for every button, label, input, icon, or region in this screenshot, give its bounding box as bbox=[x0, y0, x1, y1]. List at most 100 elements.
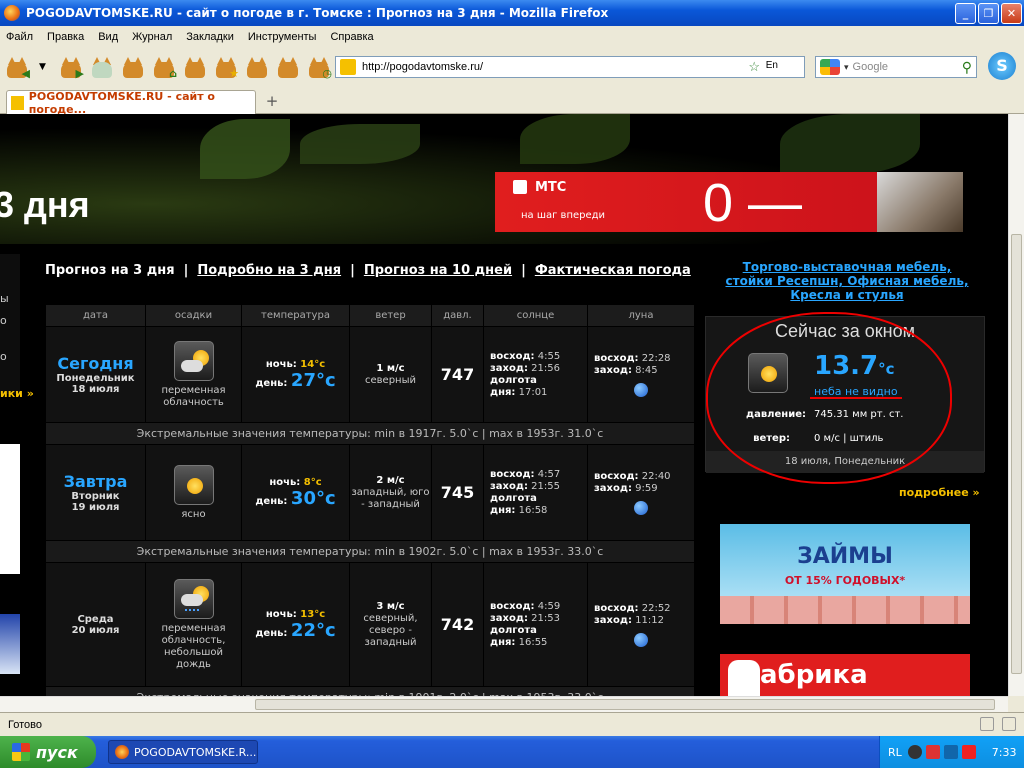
tray-shield-icon[interactable] bbox=[961, 745, 976, 759]
moonrise-time: 22:28 bbox=[641, 352, 671, 364]
nav-detailed-3day[interactable]: Подробно на 3 дня bbox=[197, 263, 341, 278]
upload-cat-icon[interactable] bbox=[275, 54, 301, 80]
mts-big-text: 0 — bbox=[703, 173, 803, 232]
bookmark-star-icon[interactable]: ☆ bbox=[748, 59, 760, 75]
vscroll-thumb[interactable] bbox=[1011, 234, 1022, 674]
back-button-icon[interactable]: ◀ bbox=[4, 54, 30, 80]
clock-cat-icon[interactable]: ◷ bbox=[306, 54, 332, 80]
tray-back-icon[interactable] bbox=[907, 745, 922, 759]
night-label: ночь: bbox=[265, 608, 297, 620]
money-image bbox=[720, 596, 970, 624]
menu-edit[interactable]: Правка bbox=[47, 31, 84, 43]
precip-cell: переменная облачность bbox=[145, 326, 242, 423]
factory-title: абрика bbox=[760, 660, 868, 690]
tab-favicon bbox=[11, 95, 24, 110]
mts-brand: МТС bbox=[535, 180, 567, 195]
day-temp: 27°c bbox=[290, 369, 336, 391]
sunset-time: 21:55 bbox=[531, 480, 560, 492]
sunset-time: 21:56 bbox=[531, 362, 560, 374]
precip-text: переменная облачность, небольшой дождь bbox=[161, 622, 226, 670]
search-icon[interactable]: ⚲ bbox=[962, 59, 972, 76]
mts-slogan: на шаг впереди bbox=[521, 210, 606, 221]
reload-button-icon[interactable] bbox=[89, 54, 115, 80]
left-text-fragment: ы bbox=[0, 292, 9, 305]
new-tab-button[interactable]: + bbox=[262, 92, 282, 112]
search-bar[interactable]: ▾ Google ⚲ bbox=[815, 56, 977, 78]
history-dropdown-icon[interactable]: ▼ bbox=[35, 54, 53, 80]
weekday: Понедельник bbox=[56, 373, 135, 384]
day-temp: 30°c bbox=[290, 487, 336, 509]
col-precip: осадки bbox=[145, 304, 242, 327]
vertical-scrollbar[interactable] bbox=[1008, 114, 1024, 696]
more-link[interactable]: подробнее » bbox=[899, 486, 980, 499]
forward-button-icon[interactable]: ▶ bbox=[58, 54, 84, 80]
menu-bookmarks[interactable]: Закладки bbox=[186, 31, 234, 43]
sunrise-time: 4:59 bbox=[537, 600, 561, 612]
left-white-block bbox=[0, 444, 20, 574]
wind-direction: северный, северо - западный bbox=[363, 612, 418, 648]
wind-cell: 1 м/с северный bbox=[349, 326, 432, 423]
daylength-label2: дня: bbox=[490, 636, 516, 648]
decor-leaf bbox=[300, 124, 420, 164]
menubar: Файл Правка Вид Журнал Закладки Инструме… bbox=[0, 27, 1024, 47]
moon-phase-icon bbox=[634, 632, 648, 647]
moon-cell: восход: 22:28 заход: 8:45 bbox=[587, 326, 695, 423]
moonrise-label: восход: bbox=[594, 602, 639, 614]
table-row: Завтра Вторник 19 июля ясно ночь: 8°c де… bbox=[45, 444, 695, 541]
tab-active[interactable]: POGODAVTOMSKE.RU - сайт о погоде... bbox=[6, 90, 256, 116]
menu-file[interactable]: Файл bbox=[6, 31, 33, 43]
translate-icon[interactable]: En bbox=[766, 60, 778, 71]
horizontal-scrollbar[interactable] bbox=[0, 696, 1008, 712]
tray-antivirus-icon[interactable] bbox=[925, 745, 940, 759]
nav-separator: | bbox=[521, 263, 526, 278]
skype-icon[interactable]: S bbox=[988, 52, 1016, 80]
forecast-nav: Прогноз на 3 дня | Подробно на 3 дня | Прогн… bbox=[45, 263, 691, 278]
address-bar[interactable]: http://pogodavtomske.ru/ ☆ En ➚ bbox=[335, 56, 824, 78]
google-engine-icon[interactable] bbox=[820, 59, 840, 75]
bookmarks-cat-icon[interactable]: ★ bbox=[213, 54, 239, 80]
nav-3day[interactable]: Прогноз на 3 дня bbox=[45, 263, 175, 278]
mts-banner-ad[interactable]: МТС на шаг впереди 0 — bbox=[495, 172, 963, 232]
menu-history[interactable]: Журнал bbox=[132, 31, 172, 43]
moonset-label: заход: bbox=[594, 482, 632, 494]
moonset-label: заход: bbox=[594, 364, 632, 376]
pressure-value: 745 bbox=[431, 444, 484, 541]
moonrise-time: 22:52 bbox=[641, 602, 671, 614]
tab-label[interactable]: POGODAVTOMSKE.RU - сайт о погоде... bbox=[29, 90, 255, 116]
extreme-row: Экстремальные значения температуры: min … bbox=[45, 540, 695, 563]
temp-cell: ночь: 14°c день: 27°c bbox=[241, 326, 350, 423]
close-button[interactable]: ✕ bbox=[1001, 3, 1022, 24]
night-temp: 8°c bbox=[303, 476, 322, 488]
search-input[interactable]: Google bbox=[853, 61, 888, 73]
language-indicator[interactable]: RL bbox=[888, 746, 902, 759]
taskbar-firefox-item[interactable]: POGODAVTOMSKE.R... bbox=[108, 740, 258, 764]
pressure-value: 747 bbox=[431, 326, 484, 423]
nav-actual[interactable]: Фактическая погода bbox=[535, 263, 691, 278]
home-button-icon[interactable]: ⌂ bbox=[151, 54, 177, 80]
start-button[interactable]: пуск bbox=[0, 736, 96, 768]
minimize-button[interactable]: _ bbox=[955, 3, 976, 24]
lock-icon bbox=[980, 717, 994, 731]
engine-dropdown-icon[interactable]: ▾ bbox=[844, 62, 849, 73]
left-more-link[interactable]: ики » bbox=[0, 387, 34, 400]
moonrise-label: восход: bbox=[594, 352, 639, 364]
loans-banner-ad[interactable]: ЗАЙМЫ ОТ 15% ГОДОВЫХ* bbox=[720, 524, 970, 624]
addons-cat-icon[interactable] bbox=[244, 54, 270, 80]
daylength-label2: дня: bbox=[490, 504, 516, 516]
factory-banner-ad[interactable]: абрика bbox=[720, 654, 970, 696]
daylength-label: долгота bbox=[490, 492, 537, 504]
left-blue-block bbox=[0, 614, 20, 674]
stop-button-icon[interactable] bbox=[120, 54, 146, 80]
menu-view[interactable]: Вид bbox=[98, 31, 118, 43]
furniture-ad-link[interactable]: Торгово-выставочная мебель, стойки Ресеп… bbox=[722, 260, 972, 302]
nav-10day[interactable]: Прогноз на 10 дней bbox=[364, 263, 512, 278]
menu-tools[interactable]: Инструменты bbox=[248, 31, 317, 43]
menu-help[interactable]: Справка bbox=[330, 31, 373, 43]
tray-media-icon[interactable] bbox=[943, 745, 958, 759]
maximize-button[interactable]: ❐ bbox=[978, 3, 999, 24]
col-pressure: давл. bbox=[431, 304, 484, 327]
downloads-cat-icon[interactable] bbox=[182, 54, 208, 80]
address-url[interactable]: http://pogodavtomske.ru/ bbox=[362, 61, 483, 73]
status-text: Готово bbox=[8, 718, 42, 731]
hscroll-thumb[interactable] bbox=[255, 699, 995, 710]
